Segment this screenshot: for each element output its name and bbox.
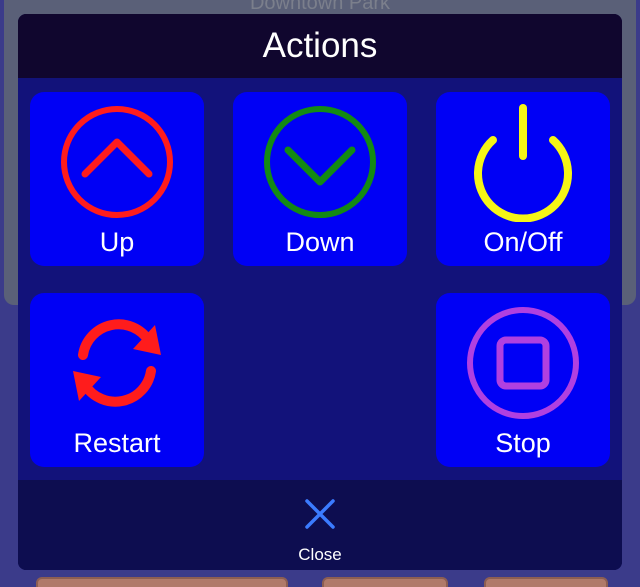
on-off-button[interactable]: On/Off xyxy=(436,92,610,266)
modal-title: Actions xyxy=(18,14,622,78)
close-button[interactable]: Close xyxy=(18,480,622,570)
chevron-up-circle-icon xyxy=(61,106,173,218)
stop-label: Stop xyxy=(495,428,551,458)
down-button[interactable]: Down xyxy=(233,92,407,266)
map-title: Downtown Park xyxy=(249,0,391,14)
actions-grid: Up Down On/Off Restart Stop xyxy=(18,78,622,480)
refresh-icon xyxy=(73,319,161,407)
up-button[interactable]: Up xyxy=(30,92,204,266)
background-button-1 xyxy=(36,577,288,587)
up-label: Up xyxy=(99,227,135,257)
down-label: Down xyxy=(285,227,355,257)
actions-modal: Actions Up Down On/Off Restart Stop Clos… xyxy=(18,14,622,570)
chevron-down-circle-icon xyxy=(264,106,376,218)
stop-icon xyxy=(467,307,579,419)
power-icon xyxy=(474,104,572,222)
restart-button[interactable]: Restart xyxy=(30,293,204,467)
restart-label: Restart xyxy=(73,428,161,458)
stop-button[interactable]: Stop xyxy=(436,293,610,467)
background-button-3 xyxy=(484,577,608,587)
background-button-2 xyxy=(322,577,448,587)
close-label: Close xyxy=(298,545,342,564)
close-icon xyxy=(305,499,335,529)
on-off-label: On/Off xyxy=(483,227,563,257)
